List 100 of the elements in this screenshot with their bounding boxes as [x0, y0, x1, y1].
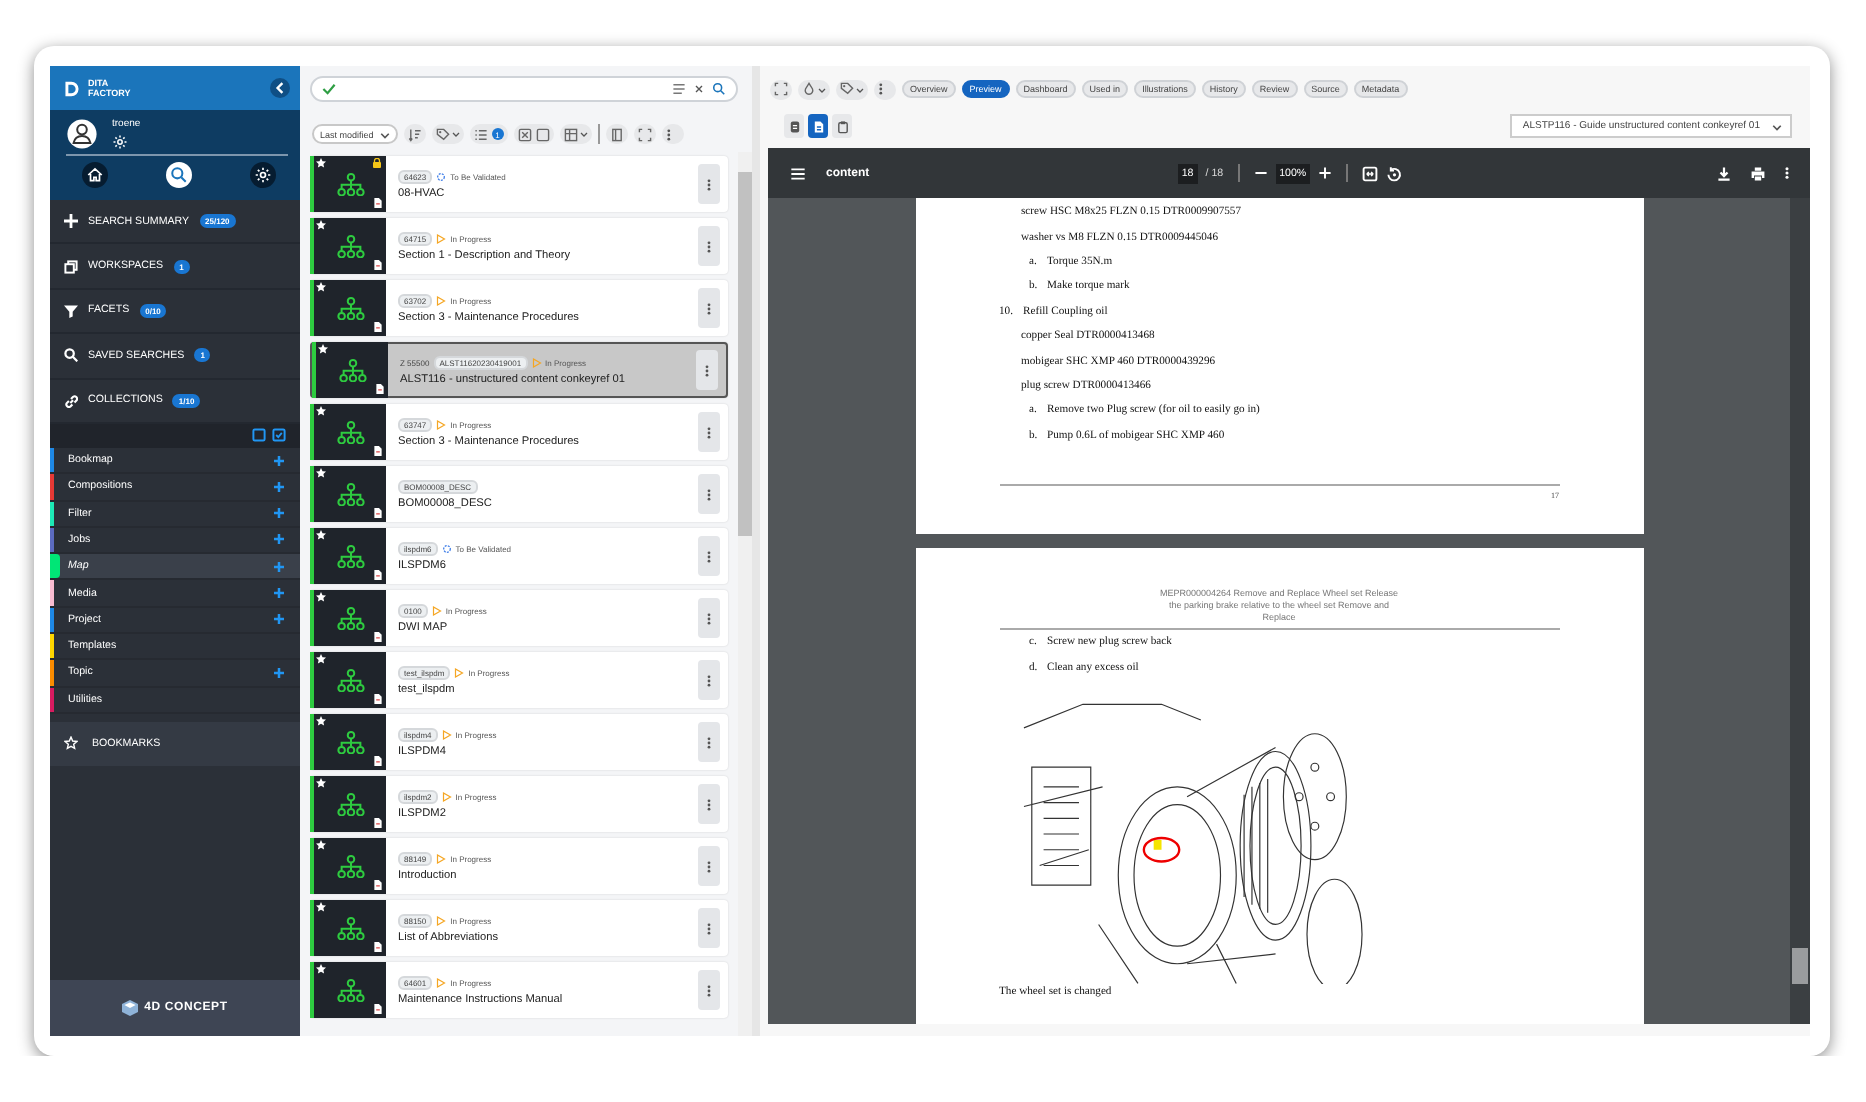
star-icon: [318, 344, 328, 354]
print-icon[interactable]: [1750, 165, 1766, 181]
kebab-icon: [706, 487, 713, 501]
kebab-icon: [706, 983, 713, 997]
play-outline-icon: [436, 853, 447, 863]
tree-icon: [335, 544, 365, 568]
drop-button[interactable]: [798, 79, 830, 99]
columns-button[interactable]: [559, 124, 592, 144]
plus-icon[interactable]: [274, 588, 284, 599]
zoom-in-icon[interactable]: [1318, 166, 1333, 180]
caret-icon: [1772, 121, 1782, 131]
document-icon: [374, 942, 382, 952]
star-icon: [316, 220, 326, 230]
grid-icon: [563, 127, 578, 141]
link-icon: [64, 393, 78, 408]
kebab-icon: [706, 921, 713, 935]
logo-icon: [64, 79, 80, 97]
play-outline-icon: [531, 357, 542, 367]
filter-icon: [64, 303, 78, 318]
filter-lines-icon[interactable]: [672, 82, 686, 96]
view-button[interactable]: [832, 114, 852, 138]
tag-button[interactable]: [836, 79, 868, 99]
kebab-icon: [706, 177, 713, 191]
tag-icon: [435, 127, 450, 141]
kebab-icon: [706, 735, 713, 749]
settings-button[interactable]: [250, 162, 276, 188]
collapse-button[interactable]: [270, 78, 290, 98]
star-icon: [316, 406, 326, 416]
close-icon[interactable]: [694, 84, 704, 94]
menu-icon[interactable]: [790, 165, 806, 181]
clipboard-icon: [835, 119, 849, 133]
checkbox-x-icon[interactable]: [517, 127, 532, 141]
play-outline-icon: [436, 915, 447, 925]
document-icon: [374, 1004, 382, 1014]
more-button[interactable]: [661, 124, 684, 144]
fullscreen-button[interactable]: [633, 124, 656, 144]
tree-icon: [335, 978, 365, 1002]
view-button[interactable]: [784, 114, 804, 138]
dashed-circle-icon: [436, 171, 447, 181]
play-outline-icon: [436, 295, 447, 305]
fullscreen-button[interactable]: [770, 79, 792, 99]
document-icon: [374, 322, 382, 332]
zoom-out-icon[interactable]: [1253, 166, 1268, 180]
more-button[interactable]: [874, 79, 896, 99]
star-icon: [316, 530, 326, 540]
tag-button[interactable]: [431, 124, 464, 144]
search-icon[interactable]: [712, 82, 726, 96]
document-icon: [374, 694, 382, 704]
settings-icon[interactable]: [112, 134, 128, 150]
caret-icon: [579, 130, 588, 138]
plus-icon[interactable]: [274, 481, 284, 492]
dashed-circle-icon: [441, 543, 452, 553]
kebab-icon: [706, 301, 713, 315]
sort-button[interactable]: [403, 124, 426, 144]
star-icon: [316, 158, 326, 168]
plus-icon[interactable]: [274, 561, 284, 572]
plus-icon[interactable]: [274, 667, 284, 678]
fit-page-icon[interactable]: [1362, 165, 1379, 181]
tree-icon: [335, 730, 365, 754]
tree-icon: [335, 420, 365, 444]
panel-button[interactable]: [605, 124, 628, 144]
plus-icon[interactable]: [274, 508, 284, 519]
plus-icon[interactable]: [274, 614, 284, 625]
star-icon: [316, 716, 326, 726]
panel-icon: [609, 127, 624, 141]
avatar-icon: [66, 118, 98, 150]
plus-icon: [64, 214, 78, 229]
plus-icon[interactable]: [274, 455, 284, 466]
document-icon: [374, 818, 382, 828]
home-button[interactable]: [82, 162, 108, 188]
tree-icon: [335, 482, 365, 506]
kebab-icon: [704, 363, 711, 377]
settings-icon: [254, 166, 272, 184]
play-outline-icon: [431, 605, 442, 615]
caret-icon: [818, 85, 826, 93]
selection-buttons[interactable]: [513, 124, 554, 144]
expand-icon: [774, 82, 788, 96]
search-button[interactable]: [166, 162, 192, 188]
view-button[interactable]: [808, 114, 828, 138]
plus-icon[interactable]: [274, 534, 284, 545]
outline-icon: [787, 119, 801, 133]
star-icon: [316, 902, 326, 912]
star-icon: [316, 282, 326, 292]
star-icon: [316, 592, 326, 602]
search-field[interactable]: [310, 76, 738, 102]
list-icon: [473, 127, 488, 141]
kebab-icon[interactable]: [1784, 166, 1790, 180]
tree-icon: [335, 606, 365, 630]
tree-icon: [335, 916, 365, 940]
play-outline-icon: [436, 233, 447, 243]
tree-icon: [335, 668, 365, 692]
tree-icon: [335, 234, 365, 258]
star-icon: [316, 840, 326, 850]
search-icon: [64, 348, 78, 363]
document-icon: [811, 119, 825, 133]
checkbox-icon[interactable]: [535, 127, 550, 141]
download-icon[interactable]: [1716, 165, 1732, 181]
play-outline-icon: [454, 667, 465, 677]
rotate-icon[interactable]: [1386, 165, 1403, 181]
document-icon: [374, 260, 382, 270]
